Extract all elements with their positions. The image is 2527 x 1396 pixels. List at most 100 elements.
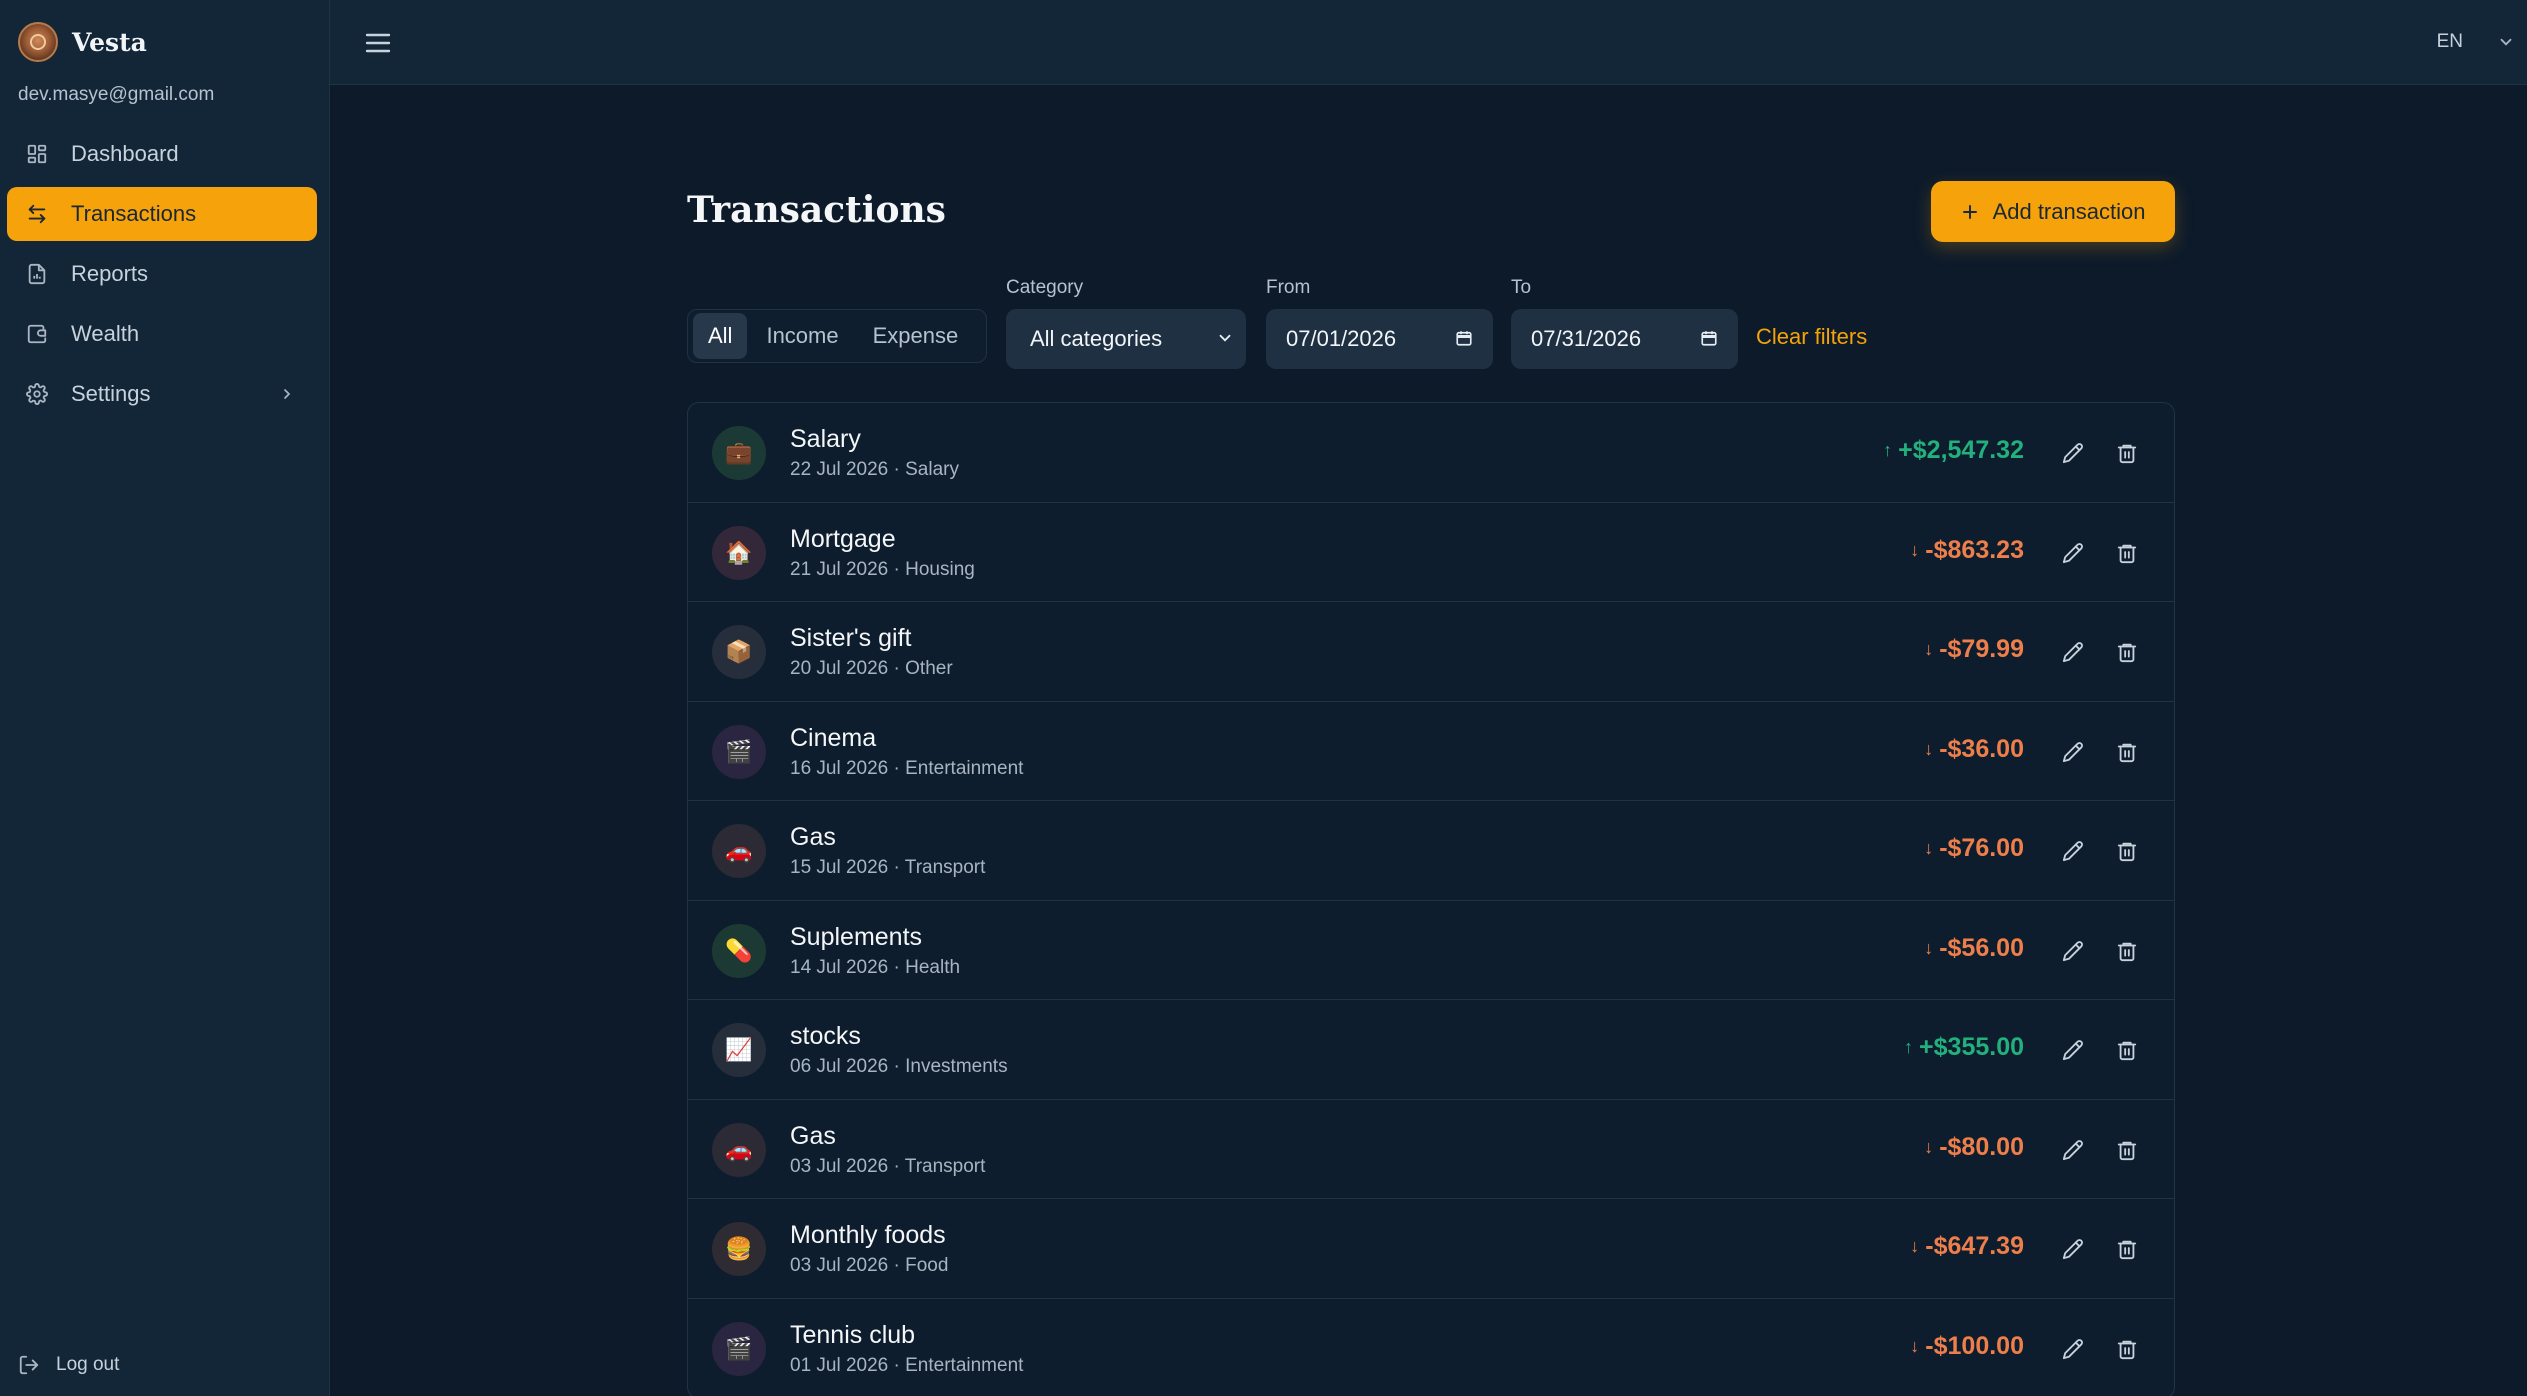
transaction-row[interactable]: 🎬 Cinema 16 Jul 2026 · Entertainment ↓ -$36.… bbox=[688, 702, 2174, 801]
transaction-meta: 03 Jul 2026 · Food bbox=[790, 1255, 949, 1276]
arrow-down-icon: ↓ bbox=[1924, 838, 1934, 858]
transaction-title: Tennis club bbox=[790, 1320, 916, 1349]
sidebar-item-settings[interactable]: Settings bbox=[7, 367, 317, 421]
dashboard-icon bbox=[25, 142, 49, 166]
transaction-row[interactable]: 🚗 Gas 03 Jul 2026 · Transport ↓ -$80.00 bbox=[688, 1100, 2174, 1199]
transaction-amount: ↑ +$2,547.32 bbox=[1883, 436, 2024, 465]
from-date-input[interactable]: 07/01/2026 bbox=[1266, 309, 1493, 369]
to-label: To bbox=[1511, 277, 1532, 298]
trash-icon bbox=[2116, 1338, 2138, 1360]
filter-all-button[interactable]: All bbox=[693, 313, 748, 359]
sidebar-item-reports[interactable]: Reports bbox=[7, 247, 317, 301]
arrow-down-icon: ↓ bbox=[1910, 1335, 1920, 1356]
type-filter: All Income Expense bbox=[687, 309, 987, 363]
edit-button[interactable] bbox=[2059, 539, 2087, 567]
transaction-row[interactable]: 🏠 Mortgage 21 Jul 2026 · Housing ↓ -$863.23 bbox=[688, 503, 2174, 602]
calendar-icon[interactable] bbox=[1455, 329, 1473, 347]
logout-icon bbox=[18, 1354, 40, 1376]
delete-button[interactable] bbox=[2113, 439, 2141, 467]
menu-toggle-button[interactable] bbox=[362, 28, 394, 58]
sidebar-item-label: Transactions bbox=[71, 201, 197, 226]
from-label: From bbox=[1266, 277, 1311, 298]
clear-filters-link[interactable]: Clear filters bbox=[1756, 324, 1867, 350]
sidebar-item-transactions[interactable]: Transactions bbox=[7, 187, 317, 241]
edit-button[interactable] bbox=[2059, 1036, 2087, 1064]
category-label: Category bbox=[1006, 277, 1084, 298]
amount-value: -$647.39 bbox=[1925, 1232, 2024, 1260]
transaction-row[interactable]: 📦 Sister's gift 20 Jul 2026 · Other ↓ -$79.9… bbox=[688, 602, 2174, 702]
edit-button[interactable] bbox=[2059, 1136, 2087, 1164]
filter-income-button[interactable]: Income bbox=[751, 313, 853, 359]
delete-button[interactable] bbox=[2113, 539, 2141, 567]
transaction-title: Monthly foods bbox=[790, 1221, 946, 1249]
calendar-icon[interactable] bbox=[1700, 329, 1718, 347]
transaction-title: stocks bbox=[790, 1022, 861, 1050]
arrow-down-icon: ↓ bbox=[1924, 1136, 1934, 1157]
amount-value: -$79.99 bbox=[1939, 635, 2024, 663]
sidebar-nav: Dashboard Transactions Reports Wealth Se… bbox=[7, 127, 317, 427]
edit-button[interactable] bbox=[2059, 837, 2087, 865]
pencil-icon bbox=[2062, 940, 2084, 962]
transaction-title: Salary bbox=[790, 425, 861, 453]
category-select[interactable]: All categories bbox=[1006, 309, 1246, 369]
logout-button[interactable]: Log out bbox=[18, 1354, 119, 1376]
transaction-amount: ↓ -$76.00 bbox=[1924, 834, 2024, 863]
logo bbox=[18, 22, 58, 62]
transaction-title: Sister's gift bbox=[790, 624, 912, 652]
delete-button[interactable] bbox=[2113, 1036, 2141, 1064]
amount-value: +$2,547.32 bbox=[1898, 436, 2024, 464]
transaction-title: Mortgage bbox=[790, 524, 896, 553]
transaction-row[interactable]: 💼 Salary 22 Jul 2026 · Salary ↑ +$2,547.32 bbox=[688, 403, 2174, 503]
add-transaction-label: Add transaction bbox=[1992, 198, 2146, 224]
sidebar-item-label: Dashboard bbox=[71, 141, 179, 166]
transaction-meta: 15 Jul 2026 · Transport bbox=[790, 857, 986, 878]
edit-button[interactable] bbox=[2059, 1235, 2087, 1263]
transaction-title: Gas bbox=[790, 823, 836, 851]
transaction-row[interactable]: 🚗 Gas 15 Jul 2026 · Transport ↓ -$76.00 bbox=[688, 801, 2174, 901]
transaction-row[interactable]: 🍔 Monthly foods 03 Jul 2026 · Food ↓ -$647.3… bbox=[688, 1199, 2174, 1299]
transaction-meta: 16 Jul 2026 · Entertainment bbox=[790, 757, 1024, 779]
category-icon: 🍔 bbox=[712, 1222, 766, 1276]
category-icon: 🚗 bbox=[712, 1122, 766, 1177]
sidebar-item-wealth[interactable]: Wealth bbox=[7, 307, 317, 361]
edit-button[interactable] bbox=[2059, 439, 2087, 467]
pencil-icon bbox=[2062, 741, 2084, 763]
user-email: dev.masye@gmail.com bbox=[18, 84, 215, 105]
language-selector[interactable]: EN bbox=[2437, 22, 2527, 62]
edit-button[interactable] bbox=[2059, 738, 2087, 766]
sidebar: Vesta dev.masye@gmail.com Dashboard Tran… bbox=[0, 0, 330, 1396]
transaction-meta: 20 Jul 2026 · Other bbox=[790, 658, 953, 679]
delete-button[interactable] bbox=[2113, 738, 2141, 766]
arrow-up-icon: ↑ bbox=[1904, 1037, 1914, 1057]
trash-icon bbox=[2116, 1139, 2138, 1161]
transaction-row[interactable]: 📈 stocks 06 Jul 2026 · Investments ↑ +$355.0… bbox=[688, 1000, 2174, 1100]
pencil-icon bbox=[2062, 1238, 2084, 1260]
transaction-row[interactable]: 🎬 Tennis club 01 Jul 2026 · Entertainment ↓… bbox=[688, 1299, 2174, 1396]
edit-button[interactable] bbox=[2059, 937, 2087, 965]
filter-expense-button[interactable]: Expense bbox=[858, 313, 974, 359]
pencil-icon bbox=[2062, 1338, 2084, 1360]
transaction-row[interactable]: 💊 Suplements 14 Jul 2026 · Health ↓ -$56.00 bbox=[688, 901, 2174, 1000]
edit-button[interactable] bbox=[2059, 1335, 2087, 1363]
transaction-meta: 03 Jul 2026 · Transport bbox=[790, 1155, 986, 1177]
to-date-input[interactable]: 07/31/2026 bbox=[1511, 309, 1738, 369]
brand[interactable]: Vesta bbox=[18, 22, 147, 62]
arrow-up-icon: ↑ bbox=[1883, 440, 1893, 460]
edit-button[interactable] bbox=[2059, 638, 2087, 666]
trash-icon bbox=[2116, 1238, 2138, 1260]
sidebar-item-dashboard[interactable]: Dashboard bbox=[7, 127, 317, 181]
category-value: All categories bbox=[1030, 326, 1163, 351]
pencil-icon bbox=[2062, 442, 2084, 464]
trash-icon bbox=[2116, 1039, 2138, 1061]
delete-button[interactable] bbox=[2113, 837, 2141, 865]
chevron-down-icon bbox=[1216, 329, 1234, 347]
delete-button[interactable] bbox=[2113, 1335, 2141, 1363]
delete-button[interactable] bbox=[2113, 1136, 2141, 1164]
pencil-icon bbox=[2062, 1039, 2084, 1061]
transaction-amount: ↓ -$36.00 bbox=[1924, 735, 2024, 764]
delete-button[interactable] bbox=[2113, 1235, 2141, 1263]
delete-button[interactable] bbox=[2113, 937, 2141, 965]
add-transaction-button[interactable]: Add transaction bbox=[1931, 181, 2175, 242]
delete-button[interactable] bbox=[2113, 638, 2141, 666]
category-icon: 📦 bbox=[712, 625, 766, 679]
